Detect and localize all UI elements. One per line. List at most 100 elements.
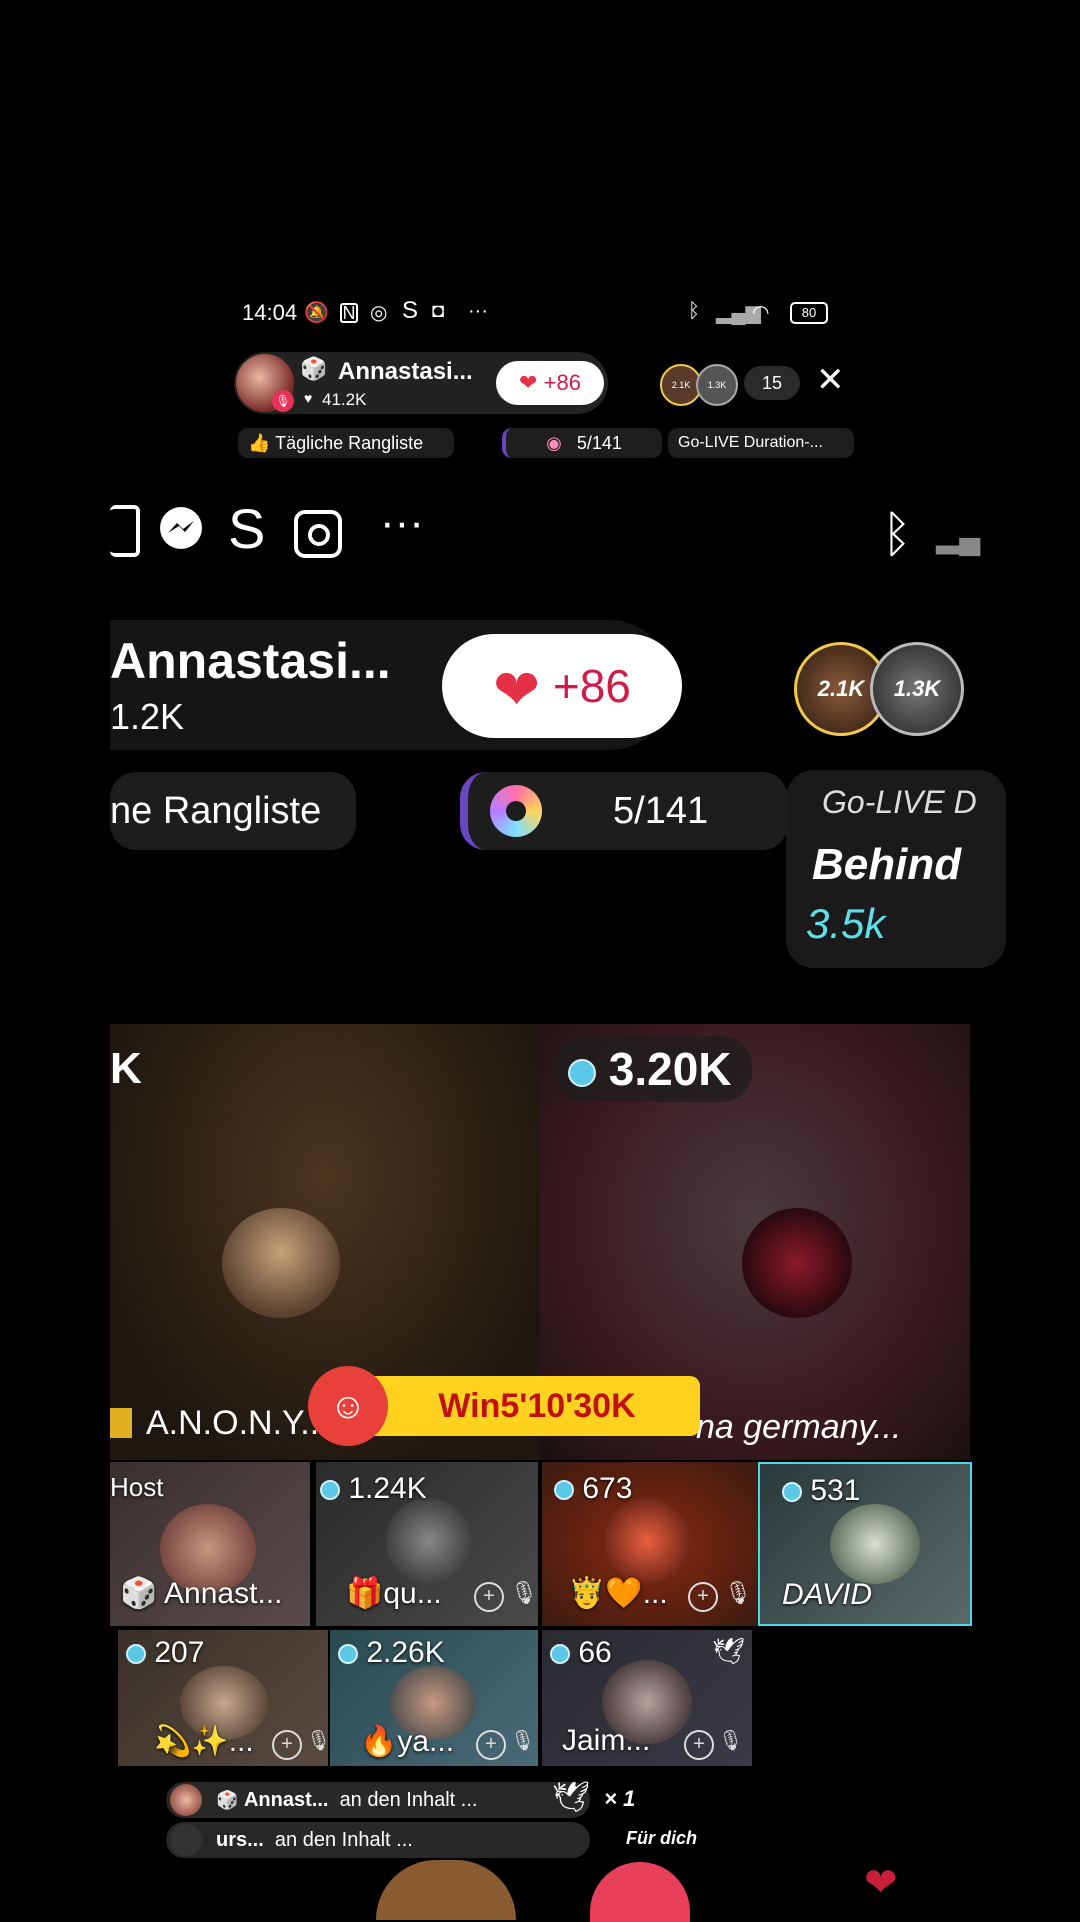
host-tag: Host	[110, 1472, 164, 1502]
gem-icon	[782, 1482, 802, 1503]
guest-small-score: 1.24K	[320, 1472, 427, 1506]
guest-avatar[interactable]	[222, 1208, 340, 1318]
dice-icon: 🎲	[300, 356, 328, 381]
host-small-tile[interactable]: Host 🎲 Annast...	[110, 1462, 310, 1626]
for-you-tag: Für dich	[626, 1828, 697, 1848]
donut-icon	[490, 785, 542, 837]
s-app-icon-zoom: S	[228, 497, 266, 560]
dice-icon: 🎲	[216, 1790, 239, 1810]
viewer-count[interactable]: 15	[744, 366, 800, 400]
host-small-name: 🎲 Annast...	[120, 1577, 283, 1610]
heart-small-icon: ♥	[304, 390, 313, 406]
guest-small-avatar[interactable]	[386, 1498, 472, 1584]
messenger-icon-zoom	[158, 505, 204, 562]
guest-name: A.N.O.N.Y...	[146, 1404, 329, 1442]
flag-icon	[110, 1408, 132, 1438]
nfc-icon-zoom	[110, 505, 140, 557]
crown-emoji-icon: 🤴🧡	[568, 1577, 643, 1610]
daily-ranking-label: Tägliche Rangliste	[275, 433, 424, 453]
guest-avatar[interactable]	[742, 1208, 852, 1318]
gem-icon	[554, 1480, 574, 1501]
guest-small-tile[interactable]: 207 💫✨... + 🎙	[118, 1630, 328, 1766]
add-icon[interactable]: +	[684, 1730, 714, 1760]
more-dots-icon: ···	[468, 300, 488, 322]
mic-off-icon[interactable]: 🎙	[510, 1728, 535, 1753]
add-icon[interactable]: +	[476, 1730, 506, 1760]
instagram-icon-zoom	[294, 510, 342, 558]
guest-score: 3.20K	[608, 1043, 732, 1095]
guest-small-tile[interactable]: 531 DAVID	[758, 1462, 972, 1626]
mic-off-icon[interactable]: 🎙	[306, 1728, 328, 1753]
daily-ranking-chip-zoom[interactable]: ne Rangliste	[110, 772, 356, 850]
daily-ranking-chip[interactable]: 👍 Tägliche Rangliste	[238, 428, 454, 458]
guest-small-avatar[interactable]	[604, 1498, 690, 1584]
guest-name: na germany...	[696, 1408, 902, 1446]
golive-behind: Behind	[812, 840, 962, 889]
battle-banner[interactable]: ☺ Win5'10'30K	[308, 1366, 700, 1446]
mascot-icon: ☺	[308, 1366, 388, 1446]
wifi-icon: ◠	[752, 302, 770, 324]
bluetooth-icon: ᛒ	[688, 300, 700, 322]
viewer-avatar[interactable]: 1.3K	[696, 364, 738, 406]
mic-off-icon[interactable]: 🎙	[510, 1580, 538, 1606]
thumb-icon: 👍	[248, 433, 271, 453]
guest-small-tile[interactable]: 2.26K 🔥ya... + 🎙	[330, 1630, 538, 1766]
viewer-avatar-zoom[interactable]: 1.3K	[870, 642, 964, 736]
add-icon[interactable]: +	[688, 1582, 718, 1612]
host-likes-zoom: 1.2K	[110, 696, 185, 737]
gem-icon	[568, 1058, 596, 1087]
dice-icon: 🎲	[120, 1577, 158, 1610]
guest-small-score: 531	[782, 1474, 860, 1508]
golive-card[interactable]: Go-LIVE D Behind 3.5k	[786, 770, 1006, 968]
dove-icon: 🕊	[712, 1636, 746, 1666]
bell-off-icon: 🔕	[304, 302, 329, 324]
chat-text: an den Inhalt ...	[274, 1829, 413, 1851]
guest-score: K	[110, 1044, 142, 1093]
guest-small-avatar[interactable]	[830, 1504, 920, 1584]
bluetooth-icon-zoom: ᛒ	[882, 506, 912, 562]
close-icon[interactable]: ✕	[816, 360, 845, 400]
donut-icon: ◉	[546, 433, 562, 453]
s-app-icon: S	[402, 297, 419, 324]
guest-small-tile[interactable]: 1.24K 🎁qu... + 🎙	[316, 1462, 538, 1626]
golive-chip[interactable]: Go-LIVE Duration-...	[668, 428, 854, 458]
battery-icon: 80	[790, 302, 828, 324]
like-button[interactable]: ❤ +86	[496, 361, 604, 405]
guest-small-tile[interactable]: 673 🤴🧡... + 🎙	[542, 1462, 758, 1626]
mic-off-icon[interactable]: 🎙	[718, 1728, 743, 1753]
guest-small-name: Jaim...	[562, 1724, 651, 1757]
dove-icon: 🕊	[552, 1781, 591, 1814]
chat-message[interactable]: 🎲 Annast... an den Inhalt ...	[166, 1782, 590, 1818]
add-icon[interactable]: +	[474, 1582, 504, 1612]
golive-value: 3.5k	[806, 900, 886, 947]
battle-banner-text: Win5'10'30K	[438, 1387, 636, 1425]
gem-icon	[320, 1480, 340, 1501]
mic-off-icon[interactable]: 🎙	[724, 1580, 752, 1606]
chat-message[interactable]: urs... an den Inhalt ...	[166, 1822, 590, 1858]
heart-icon: ❤	[519, 370, 538, 395]
progress-label: 5/141	[576, 433, 622, 453]
progress-chip[interactable]: ◉ 5/141	[502, 428, 662, 458]
chat-avatar	[170, 1784, 202, 1816]
guest-small-name: DAVID	[782, 1578, 873, 1611]
sparkle-icon: 💫✨	[154, 1725, 229, 1758]
heart-icon[interactable]: ❤	[864, 1860, 898, 1906]
chat-user: urs...	[216, 1829, 264, 1851]
chat-user: Annast...	[243, 1789, 329, 1811]
instagram-icon: ◘	[432, 300, 445, 322]
guest-small-score: 673	[554, 1472, 632, 1506]
progress-chip-zoom[interactable]: 5/141	[460, 772, 788, 850]
status-time: 14:04	[242, 300, 298, 325]
gem-icon	[338, 1644, 358, 1665]
bear-sticker-icon	[376, 1860, 516, 1920]
guest-small-name: 🤴🧡...	[568, 1577, 668, 1610]
more-dots-icon-zoom: ···	[380, 498, 424, 547]
like-count: +86	[543, 370, 581, 395]
guest-small-tile[interactable]: 66 🕊 Jaim... + 🎙	[542, 1630, 752, 1766]
add-icon[interactable]: +	[272, 1730, 302, 1760]
messenger-icon: ◎	[370, 302, 388, 324]
host-likes: 41.2K	[322, 390, 367, 409]
guest-small-score: 207	[126, 1636, 204, 1670]
gem-icon	[550, 1644, 570, 1665]
like-button-zoom[interactable]: ❤ +86	[442, 634, 682, 738]
